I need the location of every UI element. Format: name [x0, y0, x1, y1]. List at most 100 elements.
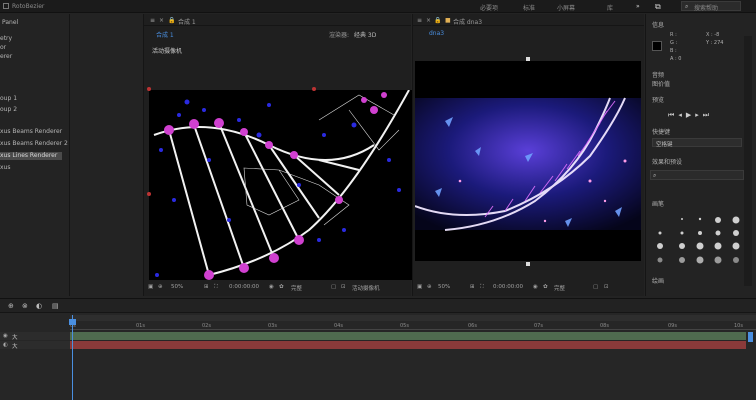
timecode[interactable]: 0:00:00:00 — [229, 284, 259, 290]
handle-icon[interactable] — [526, 57, 530, 61]
panel-item[interactable]: xus Beams Renderer — [0, 128, 62, 136]
audio-panel-title[interactable]: 音频 — [652, 70, 664, 79]
playhead-handle[interactable] — [69, 319, 76, 325]
handle-icon[interactable] — [147, 87, 151, 91]
viewer2-canvas[interactable] — [414, 61, 641, 261]
first-frame-icon[interactable]: ⏮ — [668, 111, 678, 119]
right-panels: 信息 R : G : B : A : 0 X : -8 Y : 274 音频 图… — [645, 14, 756, 296]
lock-icon[interactable]: 🔒 — [434, 17, 441, 24]
playhead[interactable] — [72, 315, 73, 400]
last-frame-icon[interactable]: ⏭ — [703, 111, 713, 119]
workspace-essentials[interactable]: 必要项 — [480, 3, 498, 12]
viewer1-comp-tab[interactable]: 合成 1 — [156, 30, 174, 39]
region-icon[interactable]: ▢ — [593, 284, 598, 290]
close-icon[interactable]: × — [159, 17, 164, 24]
panel-item-selected[interactable]: xus Lines Renderer — [0, 152, 62, 160]
rotobezier-checkbox[interactable] — [3, 3, 9, 9]
effects-panel-title[interactable]: 效果和预设 — [652, 157, 682, 166]
viewer1-canvas[interactable] — [149, 90, 412, 280]
workspace-standard[interactable]: 标准 — [523, 3, 535, 12]
panel-item[interactable]: oup 1 — [0, 95, 17, 103]
next-frame-icon[interactable]: ▸ — [695, 111, 703, 119]
layer-duration-bar[interactable] — [70, 341, 746, 349]
effects-search-input[interactable]: ⌕ — [650, 170, 744, 180]
search-icon: ⌕ — [653, 172, 657, 179]
sync-icon[interactable]: ⧉ — [655, 2, 661, 12]
search-icon: ⌕ — [685, 3, 689, 10]
workspace-library[interactable]: 库 — [607, 3, 613, 12]
brush-presets-grid — [652, 216, 742, 272]
work-area-end-handle[interactable] — [748, 332, 753, 342]
view-select[interactable]: 活动摄像机 — [352, 284, 380, 292]
snapshot-icon[interactable]: ▣ — [417, 284, 422, 290]
ruler-tick: 02s — [202, 323, 211, 329]
draft-icon[interactable]: ◐ — [36, 302, 42, 310]
grid-icon[interactable]: ⊞ — [204, 284, 209, 290]
color-icon[interactable]: ✿ — [279, 284, 284, 290]
timecode[interactable]: 0:00:00:00 — [493, 284, 523, 290]
brush-panel-title[interactable]: 画笔 — [652, 199, 664, 208]
layer-duration-bar[interactable] — [70, 332, 746, 340]
handle-icon[interactable] — [147, 192, 151, 196]
rotobezier-label: RotoBezier — [12, 3, 45, 10]
zoom-icon[interactable]: ⊕ — [158, 284, 163, 290]
menu-icon[interactable]: ≡ — [150, 17, 155, 24]
menu-icon[interactable]: ≡ — [417, 17, 422, 24]
color-icon[interactable]: ✿ — [543, 284, 548, 290]
preview-panel-title[interactable]: 预览 — [652, 95, 664, 104]
preview-controls: ⏮◂▶▸⏭ — [668, 111, 713, 120]
transparency-icon[interactable]: ⊡ — [604, 284, 609, 290]
camera-label: 活动摄像机 — [152, 48, 183, 55]
layer-row[interactable]: ◐ 大 — [0, 341, 70, 350]
layer-name[interactable]: 大 — [12, 342, 18, 350]
region-icon[interactable]: ▢ — [331, 284, 336, 290]
workspace-menu-icon[interactable]: » — [636, 3, 640, 10]
close-icon[interactable]: × — [426, 17, 431, 24]
viewer2-tab-title[interactable]: 合成 dna3 — [453, 17, 482, 26]
viewer1-tab-title[interactable]: 合成 1 — [178, 17, 196, 26]
right-scrollbar[interactable] — [744, 36, 752, 286]
audio-icon[interactable]: ◐ — [3, 342, 8, 348]
prev-frame-icon[interactable]: ◂ — [678, 111, 686, 119]
shortcut-select[interactable]: 空格键 — [652, 138, 742, 148]
resolution-select[interactable]: 完整 — [554, 284, 565, 292]
composition-viewer-2: ≡ × 🔒 ■ 合成 dna3 dna3 ▣ ⊕ 50% ⊞ ⛶ 0:00:00… — [412, 14, 644, 296]
solo-icon[interactable]: ⊕ — [8, 302, 14, 310]
zoom-level[interactable]: 50% — [438, 284, 450, 290]
zoom-level[interactable]: 50% — [171, 284, 183, 290]
layer-row[interactable]: ◉ 大 — [0, 332, 70, 341]
fullscreen-icon[interactable]: ⛶ — [214, 284, 218, 291]
panel-item[interactable]: xus Beams Renderer 2 — [0, 140, 68, 148]
panel-item[interactable]: erer — [0, 53, 12, 61]
transparency-icon[interactable]: ⊡ — [341, 284, 346, 290]
panel-item[interactable]: oup 2 — [0, 106, 17, 114]
search-help-input[interactable]: ⌕ 搜索帮助 — [681, 1, 741, 12]
workspace-small-screen[interactable]: 小屏幕 — [557, 3, 575, 12]
camera-icon[interactable]: ◉ — [533, 284, 538, 290]
renderer-value[interactable]: 经典 3D — [354, 30, 376, 39]
fullscreen-icon[interactable]: ⛶ — [480, 284, 484, 291]
viewer1-footer: ▣ ⊕ 50% ⊞ ⛶ 0:00:00:00 ◉ ✿ 完整 ▢ ⊡ 活动摄像机 — [144, 282, 411, 292]
play-icon[interactable]: ▶ — [686, 111, 695, 119]
zoom-icon[interactable]: ⊕ — [427, 284, 432, 290]
layer-name[interactable]: 大 — [12, 333, 18, 341]
panel-item[interactable]: etry — [0, 35, 12, 43]
viewer2-comp-tab[interactable]: dna3 — [429, 30, 444, 37]
time-ruler[interactable]: 0s 01s 02s 03s 04s 05s 06s 07s 08s 09s 1… — [70, 321, 756, 330]
eye-icon[interactable]: ◉ — [3, 333, 8, 339]
dna-helix-render — [153, 90, 410, 280]
info-panel-title[interactable]: 信息 — [652, 20, 664, 29]
lock-icon[interactable]: 🔒 — [168, 17, 175, 24]
camera-icon[interactable]: ◉ — [269, 284, 274, 290]
handle-icon[interactable] — [526, 262, 530, 266]
motion-blur-icon[interactable]: ⊗ — [22, 302, 28, 310]
resolution-select[interactable]: 完整 — [291, 284, 302, 292]
panel-item[interactable]: xus — [0, 164, 10, 172]
paint-panel-title[interactable]: 绘画 — [652, 276, 664, 285]
handle-icon[interactable] — [312, 87, 316, 91]
viewer1-subbar: 合成 1 渲染器: 经典 3D — [144, 27, 411, 39]
graph-editor-icon[interactable]: ▤ — [52, 302, 59, 310]
grid-icon[interactable]: ⊞ — [470, 284, 475, 290]
panel-item[interactable]: or — [0, 44, 6, 52]
snapshot-icon[interactable]: ▣ — [148, 284, 153, 290]
